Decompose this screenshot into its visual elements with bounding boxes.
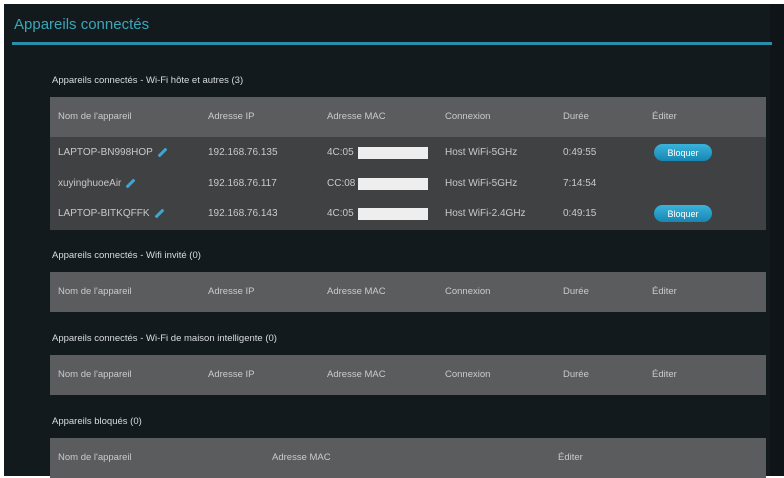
table-header: Nom de l'appareil Adresse IP Adresse MAC… [50,272,766,312]
table-header: Nom de l'appareil Adresse IP Adresse MAC… [50,97,766,137]
col-edit: Éditer [652,286,677,297]
block-button[interactable]: Bloquer [654,144,712,161]
col-name: Nom de l'appareil [58,286,132,297]
col-duration: Durée [563,111,589,122]
edit-pencil-icon[interactable] [125,178,136,189]
device-connection: Host WiFi-2.4GHz [445,208,526,219]
device-ip: 192.168.76.117 [208,178,277,189]
col-connection: Connexion [445,369,491,380]
col-name: Nom de l'appareil [58,369,132,380]
col-ip: Adresse IP [208,369,255,380]
device-ip: 192.168.76.143 [208,208,278,219]
device-connection: Host WiFi-5GHz [445,147,518,158]
table-row: LAPTOP-BN998HOP 192.168.76.135 4C:05 Hos… [50,138,766,169]
connected-devices-panel: Appareils connectés Appareils connectés … [4,4,784,478]
device-name: xuyinghuoeAir [58,178,136,189]
col-name: Nom de l'appareil [58,452,132,463]
col-connection: Connexion [445,286,491,297]
col-connection: Connexion [445,111,491,122]
mac-redaction [358,147,428,159]
device-mac: CC:08 [327,178,356,189]
device-mac: 4C:05 [327,208,354,219]
col-edit: Éditer [652,111,677,122]
device-duration: 0:49:55 [563,147,597,158]
col-ip: Adresse IP [208,286,255,297]
section-guest-wifi-label: Appareils connectés - Wifi invité (0) [52,250,201,261]
table-row: xuyinghuoeAir 192.168.76.117 CC:08 Host … [50,169,766,200]
device-connection: Host WiFi-5GHz [445,178,518,189]
smart-home-table: Nom de l'appareil Adresse IP Adresse MAC… [50,355,766,395]
col-name: Nom de l'appareil [58,111,132,122]
col-mac: Adresse MAC [327,286,386,297]
table-header: Nom de l'appareil Adresse MAC Éditer [50,438,766,478]
col-mac: Adresse MAC [327,369,386,380]
device-ip: 192.168.76.135 [208,147,278,158]
device-name: LAPTOP-BN998HOP [58,147,168,158]
col-mac: Adresse MAC [327,111,386,122]
section-host-wifi-label: Appareils connectés - Wi-Fi hôte et autr… [52,75,244,86]
guest-wifi-table: Nom de l'appareil Adresse IP Adresse MAC… [50,272,766,312]
table-row: LAPTOP-BITKQFFK 192.168.76.143 4C:05 Hos… [50,199,766,230]
table-header: Nom de l'appareil Adresse IP Adresse MAC… [50,355,766,395]
col-mac: Adresse MAC [272,452,331,463]
edit-pencil-icon[interactable] [154,208,164,219]
mac-redaction [358,178,428,190]
col-edit: Éditer [652,369,677,380]
col-duration: Durée [563,369,589,380]
edit-pencil-icon[interactable] [157,147,168,158]
table-body: LAPTOP-BN998HOP 192.168.76.135 4C:05 Hos… [50,137,766,230]
mac-redaction [358,208,428,220]
title-divider [12,42,772,45]
section-smart-home-label: Appareils connectés - Wi-Fi de maison in… [52,333,277,344]
block-button[interactable]: Bloquer [654,205,712,222]
device-duration: 7:14:54 [563,178,597,189]
blocked-table: Nom de l'appareil Adresse MAC Éditer [50,438,766,478]
device-name: LAPTOP-BITKQFFK [58,208,165,219]
section-blocked-label: Appareils bloqués (0) [52,416,142,427]
col-edit: Éditer [558,452,583,463]
device-duration: 0:49:15 [563,208,597,219]
col-duration: Durée [563,286,589,297]
page-title: Appareils connectés [14,16,150,33]
device-mac: 4C:05 [327,147,354,158]
host-wifi-table: Nom de l'appareil Adresse IP Adresse MAC… [50,97,766,230]
panel-edge [770,4,784,476]
col-ip: Adresse IP [208,111,255,122]
